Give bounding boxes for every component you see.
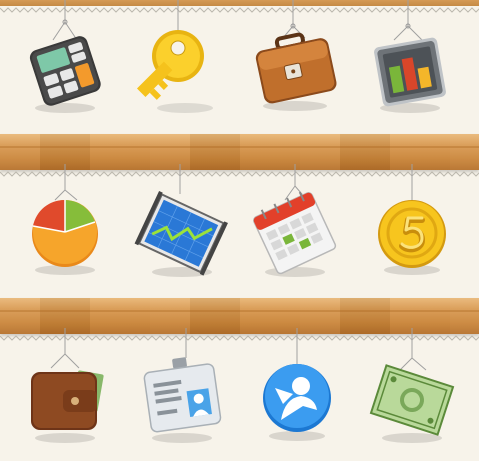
pie-chart-tag[interactable] bbox=[15, 164, 115, 294]
banknote-icon bbox=[369, 364, 455, 443]
calculator-tag[interactable] bbox=[15, 0, 115, 130]
wallet-icon bbox=[31, 370, 104, 443]
calendar-tag[interactable] bbox=[245, 164, 345, 294]
banknote-tag[interactable] bbox=[360, 328, 460, 458]
user-globe-icon bbox=[263, 364, 331, 441]
wallet-tag[interactable] bbox=[15, 328, 115, 458]
id-badge-icon bbox=[143, 357, 222, 443]
briefcase-tag[interactable] bbox=[245, 0, 345, 130]
calendar-icon bbox=[253, 191, 337, 277]
bar-chart-tag[interactable] bbox=[360, 0, 460, 130]
icon-shelf-board bbox=[0, 0, 479, 461]
user-globe-tag[interactable] bbox=[245, 328, 345, 458]
pie-chart-icon bbox=[32, 199, 98, 275]
calculator-icon bbox=[29, 36, 101, 113]
coin-tag[interactable] bbox=[360, 164, 460, 294]
line-chart-icon bbox=[134, 190, 228, 277]
coin-icon bbox=[378, 200, 446, 275]
bar-chart-icon bbox=[374, 37, 446, 113]
briefcase-icon bbox=[255, 32, 337, 111]
id-badge-tag[interactable] bbox=[130, 328, 230, 458]
key-icon bbox=[136, 30, 213, 113]
line-chart-tag[interactable] bbox=[130, 164, 230, 294]
key-tag[interactable] bbox=[130, 0, 230, 130]
